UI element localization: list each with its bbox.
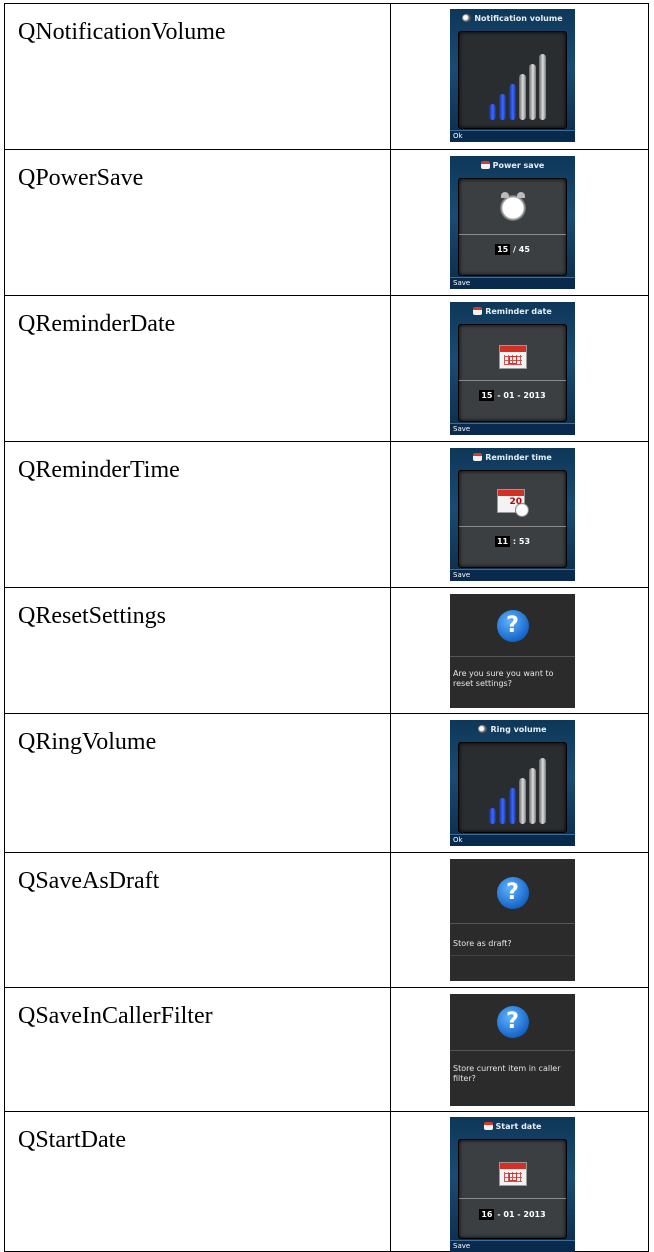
reminder-date-screenshot: Reminder date 15 - 01 - 2013 Save (450, 302, 575, 435)
volume-panel (458, 742, 567, 833)
table-row: QNotificationVolume Notification volume … (4, 3, 649, 150)
screen-name: QNotificationVolume (18, 19, 226, 45)
save-as-draft-screenshot: ? Store as draft? (450, 859, 575, 981)
volume-bar (519, 778, 526, 824)
calendar-icon (480, 161, 490, 169)
screen-title: Ring volume (490, 725, 547, 734)
volume-bar (519, 74, 526, 120)
selected-field[interactable]: 16 (479, 1209, 495, 1220)
reset-settings-screenshot: ? Are you sure you want to reset setting… (450, 594, 575, 708)
date-value: 16 - 01 - 2013 (479, 1209, 546, 1220)
volume-bar (509, 84, 516, 120)
table-row: QRingVolume Ring volume Ok (4, 713, 649, 853)
table-row: QPowerSave Power save 15 / 45 Save (4, 149, 649, 296)
power-save-value: 15 / 45 (495, 244, 530, 255)
speaker-icon (478, 725, 488, 733)
dialog-message: Store as draft? (453, 939, 512, 948)
time-value: 11 : 53 (494, 536, 531, 547)
softkey-ok[interactable]: Ok (450, 834, 575, 846)
dialog-message: Store current item in caller filter? (453, 1064, 561, 1083)
table-row: QSaveInCallerFilter ? Store current item… (4, 987, 649, 1112)
power-save-screenshot: Power save 15 / 45 Save (450, 156, 575, 289)
volume-bar (489, 104, 496, 120)
screen-title: Power save (492, 161, 545, 170)
reminder-time-screenshot: Reminder time 20 11 : 53 Save (450, 448, 575, 581)
screen-name: QResetSettings (18, 603, 166, 629)
screen-title: Reminder time (485, 453, 552, 462)
volume-bars (459, 32, 566, 128)
table-row: QStartDate Start date 16 - 01 - 2013 Sav… (4, 1111, 649, 1252)
softkey-save[interactable]: Save (450, 1240, 575, 1252)
selected-field[interactable]: 11 (494, 536, 511, 547)
calendar-icon (499, 345, 527, 369)
save-in-caller-filter-screenshot: ? Store current item in caller filter? (450, 994, 575, 1106)
question-icon: ? (496, 877, 529, 909)
question-icon: ? (496, 610, 529, 642)
screen-title: Reminder date (485, 307, 552, 316)
start-date-screenshot: Start date 16 - 01 - 2013 Save (450, 1117, 575, 1252)
volume-bar (499, 798, 506, 824)
volume-bar (509, 788, 516, 824)
table-row: QReminderDate Reminder date 15 - 01 - 20… (4, 295, 649, 442)
calendar-icon (499, 1162, 527, 1186)
volume-bar (539, 758, 546, 824)
screen-name: QStartDate (18, 1127, 126, 1153)
softkey-save[interactable]: Save (450, 569, 575, 581)
alarm-clock-icon (500, 192, 526, 221)
screen-name: QSaveAsDraft (18, 868, 160, 894)
notification-volume-screenshot: Notification volume Ok (450, 9, 575, 142)
softkey-save[interactable]: Save (450, 277, 575, 289)
volume-panel (458, 31, 567, 129)
volume-bar (489, 808, 496, 824)
selected-field[interactable]: 15 (495, 244, 511, 255)
calendar-icon (483, 1122, 493, 1130)
screen-name: QReminderTime (18, 457, 180, 483)
screen-name: QPowerSave (18, 165, 144, 191)
screen-title: Start date (495, 1122, 542, 1131)
date-value: 15 - 01 - 2013 (479, 390, 546, 401)
screen-name: QSaveInCallerFilter (18, 1003, 213, 1029)
selected-field[interactable]: 15 (479, 390, 495, 401)
softkey-save[interactable]: Save (450, 423, 575, 435)
table-row: QSaveAsDraft ? Store as draft? (4, 852, 649, 988)
volume-bar (499, 94, 506, 120)
clock-icon (515, 503, 529, 517)
screen-name: QRingVolume (18, 729, 157, 755)
volume-bar (539, 54, 546, 120)
volume-bar (529, 768, 536, 824)
calendar-icon (473, 453, 483, 461)
volume-bar (529, 64, 536, 120)
volume-bars (459, 743, 566, 832)
calendar-icon (473, 307, 483, 315)
speaker-icon (462, 14, 472, 22)
screen-title: Notification volume (474, 14, 563, 23)
table-row: QResetSettings ? Are you sure you want t… (4, 587, 649, 714)
screen-catalog-table: QNotificationVolume Notification volume … (4, 3, 649, 1252)
dialog-message: Are you sure you want to reset settings? (453, 669, 554, 688)
table-row: QReminderTime Reminder time 20 11 : 53 S… (4, 441, 649, 588)
question-icon: ? (496, 1006, 529, 1038)
softkey-ok[interactable]: Ok (450, 130, 575, 142)
screen-name: QReminderDate (18, 311, 176, 337)
ring-volume-screenshot: Ring volume Ok (450, 720, 575, 846)
